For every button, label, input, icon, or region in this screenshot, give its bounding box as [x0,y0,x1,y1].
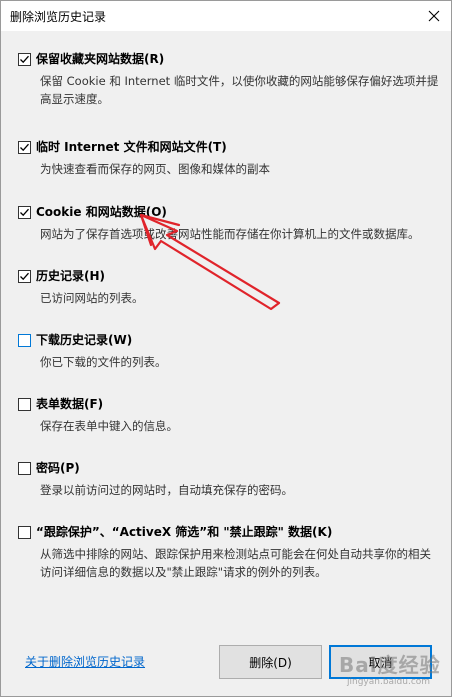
option-passwords: 密码(P) 登录以前访问过的网站时，自动填充保存的密码。 [18,460,443,499]
checkbox-cookies[interactable] [18,206,31,219]
dialog-title: 删除浏览历史记录 [10,10,107,24]
watermark-url: jingyan.baidu.com [347,677,431,687]
title-bar: 删除浏览历史记录 [1,1,451,31]
option-temp-internet-files: 临时 Internet 文件和网站文件(T) 为快速查看而保存的网页、图像和媒体… [18,139,443,178]
option-label: 历史记录(H) [36,269,106,283]
option-description: 保留 Cookie 和 Internet 临时文件，以使你收藏的网站能够保存偏好… [40,74,439,106]
option-label: “跟踪保护”、“ActiveX 筛选”和 "禁止跟踪" 数据(K) [36,525,333,539]
delete-browsing-history-dialog: 删除浏览历史记录 保留收藏夹网站数据(R) 保留 Cookie 和 Intern… [0,0,452,697]
checkbox-preserve-favorites[interactable] [18,53,31,66]
checkmark-icon [20,143,29,152]
option-label: Cookie 和网站数据(O) [36,205,167,219]
close-button[interactable] [417,1,451,31]
option-cookies: Cookie 和网站数据(O) 网站为了保存首选项或改善网站性能而存储在你计算机… [18,204,443,243]
checkbox-history[interactable] [18,270,31,283]
about-delete-history-link[interactable]: 关于删除浏览历史记录 [25,653,145,670]
option-preserve-favorites: 保留收藏夹网站数据(R) 保留 Cookie 和 Internet 临时文件，以… [18,51,443,108]
option-label: 密码(P) [36,461,80,475]
checkbox-temp-internet-files[interactable] [18,141,31,154]
option-label: 保留收藏夹网站数据(R) [36,52,165,66]
delete-button[interactable]: 删除(D) [219,645,322,679]
option-description: 保存在表单中键入的信息。 [40,419,178,433]
option-tracking-protection: “跟踪保护”、“ActiveX 筛选”和 "禁止跟踪" 数据(K) 从筛选中排除… [18,524,443,581]
checkbox-passwords[interactable] [18,462,31,475]
checkbox-tracking-protection[interactable] [18,526,31,539]
option-description: 从筛选中排除的网站、跟踪保护用来检测站点可能会在何处自动共享你的相关访问详细信息… [40,547,431,579]
option-label: 临时 Internet 文件和网站文件(T) [36,140,227,154]
option-form-data: 表单数据(F) 保存在表单中键入的信息。 [18,396,443,435]
option-description: 登录以前访问过的网站时，自动填充保存的密码。 [40,483,293,497]
checkmark-icon [20,208,29,217]
checkmark-icon [20,55,29,64]
option-description: 已访问网站的列表。 [40,291,144,305]
option-history: 历史记录(H) 已访问网站的列表。 [18,268,443,307]
close-icon [428,10,440,22]
checkmark-icon [20,272,29,281]
checkbox-form-data[interactable] [18,398,31,411]
option-description: 网站为了保存首选项或改善网站性能而存储在你计算机上的文件或数据库。 [40,227,420,241]
option-description: 为快速查看而保存的网页、图像和媒体的副本 [40,162,270,176]
option-label: 下载历史记录(W) [36,333,133,347]
watermark-logo: Bai度经验 [339,653,441,677]
option-label: 表单数据(F) [36,397,104,411]
checkbox-download-history[interactable] [18,334,31,347]
option-download-history: 下载历史记录(W) 你已下载的文件的列表。 [18,332,443,371]
option-description: 你已下载的文件的列表。 [40,355,167,369]
